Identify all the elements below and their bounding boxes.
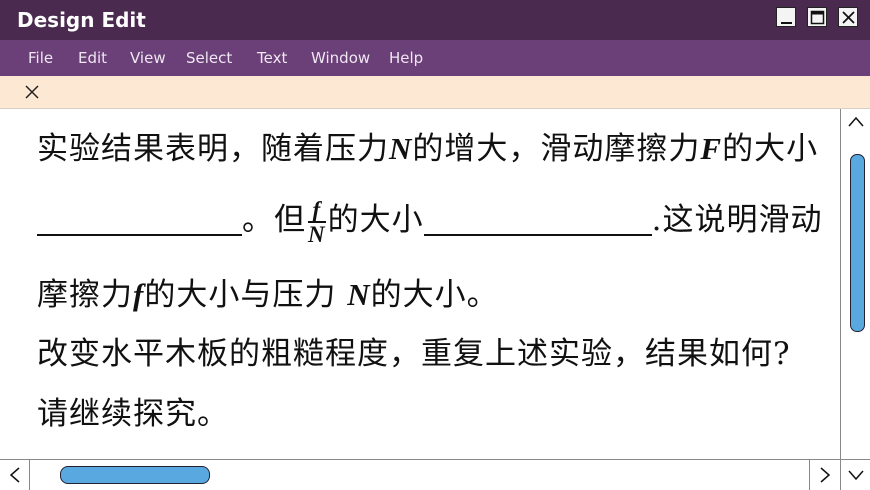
window-title: Design Edit (17, 8, 146, 32)
variable-f: F (700, 131, 723, 166)
text-line-4: 改变水平木板的粗糙程度，重复上述实验，结果如何? (37, 336, 791, 372)
fraction-numerator: f (308, 198, 326, 223)
menu-file[interactable]: File (28, 49, 53, 67)
text-run: .这说明滑动 (651, 202, 823, 238)
text-run: 的大小 (722, 131, 819, 167)
text-run: 的大小。 (370, 277, 499, 313)
chevron-right-icon (820, 467, 831, 483)
answer-blank-2[interactable] (423, 232, 652, 236)
text-line-5: 请继续探究。 (37, 396, 229, 432)
menu-help[interactable]: Help (389, 49, 423, 67)
maximize-button[interactable] (807, 7, 827, 27)
close-icon (842, 11, 855, 24)
scroll-right-button[interactable] (809, 460, 840, 490)
scroll-down-button[interactable] (840, 460, 870, 490)
variable-f: f (133, 277, 145, 312)
chevron-up-icon[interactable] (847, 115, 865, 129)
variable-n: N (347, 277, 371, 312)
text-run: 实验结果表明，随着压力 (37, 131, 389, 167)
horizontal-scrollbar[interactable] (0, 459, 870, 490)
variable-n: N (389, 131, 413, 166)
maximize-icon (810, 10, 825, 25)
scroll-left-button[interactable] (0, 460, 30, 490)
menu-bar: File Edit View Select Text Window Help (0, 40, 870, 76)
text-run: 的大小与压力 (144, 277, 348, 313)
text-run: 的增大，滑动摩擦力 (412, 131, 701, 167)
minimize-button[interactable] (776, 7, 796, 27)
text-run: 的大小 (327, 202, 424, 238)
fraction-f-over-n: fN (308, 198, 326, 246)
horizontal-scroll-thumb[interactable] (60, 466, 210, 484)
menu-edit[interactable]: Edit (78, 49, 107, 67)
chevron-left-icon (9, 467, 20, 483)
minimize-icon (781, 22, 792, 24)
close-button[interactable] (838, 7, 858, 27)
menu-select[interactable]: Select (186, 49, 232, 67)
tab-strip (0, 76, 870, 109)
fraction-denominator: N (308, 221, 326, 247)
text-line-3: 摩擦力f的大小与压力 N的大小。 (37, 269, 499, 314)
menu-window[interactable]: Window (311, 49, 370, 67)
menu-text[interactable]: Text (257, 49, 287, 67)
menu-view[interactable]: View (130, 49, 166, 67)
vertical-scrollbar[interactable] (840, 109, 870, 459)
vertical-scroll-thumb[interactable] (850, 154, 865, 332)
title-bar: Design Edit (0, 0, 870, 40)
text-run: 。但 (242, 202, 306, 238)
text-run: 摩擦力 (37, 277, 133, 313)
answer-blank-1[interactable] (37, 232, 242, 236)
text-line-1: 实验结果表明，随着压力N的增大，滑动摩擦力F的大小 (37, 123, 818, 168)
close-icon[interactable] (24, 84, 40, 100)
text-line-2: 。但 f N 的大小 .这说明滑动 (37, 194, 822, 246)
document-canvas[interactable]: 实验结果表明，随着压力N的增大，滑动摩擦力F的大小 。但 f N 的大小 .这说明滑动 … (0, 109, 840, 459)
chevron-down-icon (848, 470, 864, 481)
